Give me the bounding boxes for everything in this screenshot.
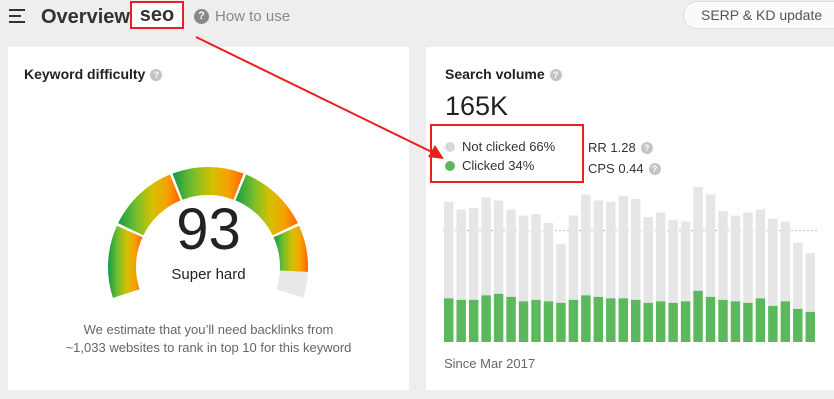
- not-clicked-bar: [743, 212, 753, 303]
- clicked-bar: [468, 299, 479, 342]
- not-clicked-bar: [518, 215, 529, 302]
- not-clicked-bar: [780, 221, 791, 302]
- not-clicked-bar: [631, 198, 641, 300]
- clicked-bar: [581, 295, 591, 342]
- keyword-difficulty-card: Keyword difficulty? 93 Super hard We est…: [8, 47, 409, 390]
- not-clicked-bar: [730, 215, 741, 302]
- serp-kd-update-button[interactable]: SERP & KD update: [683, 1, 834, 29]
- clicked-bar: [506, 296, 516, 342]
- gauge-segment-3: [172, 167, 244, 200]
- not-clicked-bar: [705, 194, 716, 297]
- clicked-bar: [655, 301, 666, 342]
- clicked-bar: [730, 301, 741, 342]
- not-clicked-bar: [556, 244, 566, 303]
- clicked-bar: [493, 293, 504, 342]
- help-icon[interactable]: ?: [194, 9, 209, 24]
- clicked-bar: [556, 302, 566, 342]
- not-clicked-bar: [668, 220, 678, 303]
- difficulty-score: 93: [176, 197, 241, 262]
- clicked-bar: [606, 298, 616, 342]
- clicked-bar: [593, 296, 604, 342]
- not-clicked-bar: [506, 209, 516, 297]
- not-clicked-bar: [581, 194, 591, 296]
- difficulty-description-line2: ~1,033 websites to rank in top 10 for th…: [65, 340, 352, 355]
- not-clicked-bar: [643, 217, 653, 303]
- clicked-bar: [780, 301, 791, 342]
- clicked-bar: [456, 299, 466, 342]
- not-clicked-bar: [456, 209, 466, 300]
- not-clicked-bar: [568, 215, 579, 300]
- not-clicked-bar: [493, 200, 504, 294]
- not-clicked-bar: [618, 195, 628, 299]
- clicked-bar: [805, 311, 815, 342]
- clicked-bar: [643, 302, 653, 342]
- clicked-bar: [693, 290, 703, 342]
- not-clicked-bar: [543, 223, 554, 302]
- not-clicked-bar: [606, 202, 616, 299]
- keyword-highlight: seo: [130, 1, 184, 29]
- since-date-label: Since Mar 2017: [444, 356, 536, 371]
- not-clicked-bar: [768, 218, 778, 306]
- not-clicked-bar: [481, 197, 491, 296]
- search-volume-card: Search volume? 165K Not clicked 66% Clic…: [426, 47, 834, 390]
- not-clicked-bar: [793, 242, 803, 309]
- not-clicked-bar: [655, 212, 666, 302]
- page-title: Overview: [41, 6, 130, 28]
- clicked-bar: [743, 302, 753, 342]
- menu-icon[interactable]: [9, 9, 25, 23]
- bar-group: [444, 186, 815, 342]
- not-clicked-bar: [718, 211, 728, 300]
- clicked-bar: [531, 299, 541, 342]
- clicked-bar: [543, 301, 554, 342]
- clicked-bar: [518, 301, 529, 342]
- difficulty-description-line1: We estimate that you’ll need backlinks f…: [83, 322, 334, 337]
- difficulty-rating: Super hard: [171, 266, 246, 283]
- search-volume-chart: [443, 186, 818, 342]
- clicked-bar: [705, 296, 716, 342]
- clicked-bar: [568, 299, 579, 342]
- not-clicked-bar: [755, 209, 766, 299]
- clicked-bar: [618, 298, 628, 342]
- clicked-bar: [680, 301, 691, 342]
- clicked-bar: [755, 298, 766, 342]
- not-clicked-bar: [468, 208, 479, 300]
- clicked-bar: [718, 299, 728, 342]
- clicked-bar: [631, 299, 641, 342]
- not-clicked-bar: [693, 186, 703, 291]
- not-clicked-bar: [531, 214, 541, 300]
- clicked-bar: [768, 305, 778, 342]
- not-clicked-bar: [593, 200, 604, 297]
- seo-overview-page: Overview seo ? How to use SERP & KD upda…: [0, 0, 834, 399]
- difficulty-description: We estimate that you’ll need backlinks f…: [8, 321, 409, 357]
- not-clicked-bar: [680, 221, 691, 302]
- not-clicked-bar: [444, 202, 454, 299]
- clicked-bar: [444, 298, 454, 342]
- not-clicked-bar: [805, 253, 815, 312]
- clicked-bar: [668, 302, 678, 342]
- how-to-use-link[interactable]: How to use: [215, 8, 290, 25]
- clicked-bar: [793, 308, 803, 342]
- clicked-bar: [481, 295, 491, 342]
